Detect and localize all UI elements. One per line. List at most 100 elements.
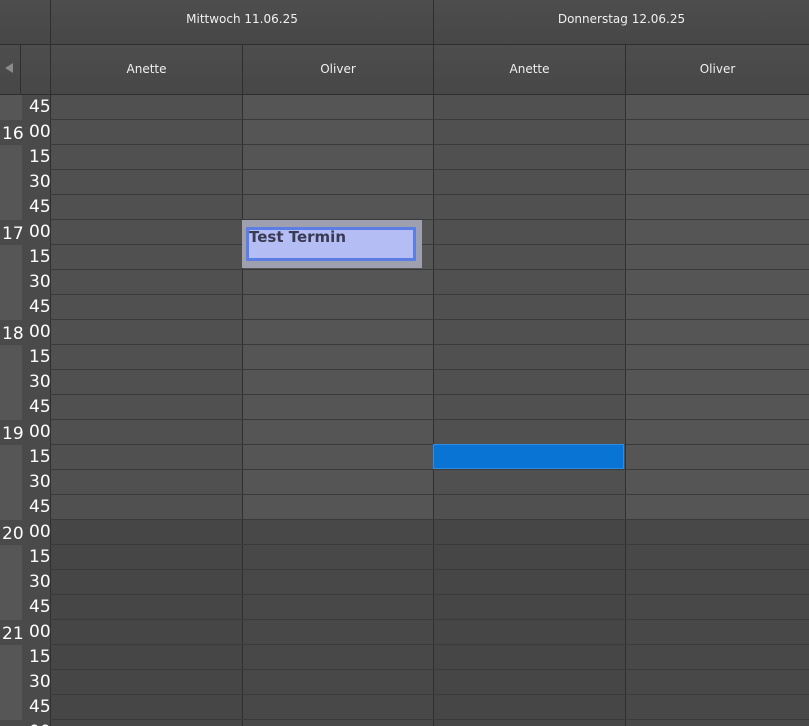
- grid-cell[interactable]: [625, 595, 809, 619]
- grid-cell[interactable]: [433, 245, 625, 269]
- grid-row[interactable]: [50, 695, 809, 720]
- grid-row[interactable]: [50, 595, 809, 620]
- grid-cell[interactable]: [242, 520, 433, 544]
- grid-cell[interactable]: [625, 495, 809, 519]
- grid-row[interactable]: [50, 495, 809, 520]
- grid-cell[interactable]: [50, 395, 242, 419]
- day-header-thursday[interactable]: Donnerstag 12.06.25: [433, 0, 809, 44]
- grid-cell[interactable]: [242, 720, 433, 726]
- grid-cell[interactable]: [50, 520, 242, 544]
- grid-cell[interactable]: [433, 670, 625, 694]
- grid-row[interactable]: [50, 345, 809, 370]
- grid-row[interactable]: [50, 520, 809, 545]
- grid-row[interactable]: [50, 245, 809, 270]
- grid-cell[interactable]: [433, 345, 625, 369]
- grid-cell[interactable]: [50, 295, 242, 319]
- grid-cell[interactable]: [242, 95, 433, 119]
- grid-row[interactable]: [50, 720, 809, 726]
- grid-cell[interactable]: [433, 420, 625, 444]
- schedule-grid[interactable]: [50, 95, 809, 726]
- grid-cell[interactable]: [242, 595, 433, 619]
- grid-cell[interactable]: [50, 370, 242, 394]
- grid-cell[interactable]: [433, 170, 625, 194]
- grid-cell[interactable]: [625, 520, 809, 544]
- scroll-left-button[interactable]: [0, 45, 21, 94]
- grid-cell[interactable]: [625, 545, 809, 569]
- grid-cell[interactable]: [50, 645, 242, 669]
- grid-cell[interactable]: [242, 620, 433, 644]
- grid-cell[interactable]: [625, 220, 809, 244]
- grid-cell[interactable]: [50, 495, 242, 519]
- grid-cell[interactable]: [625, 195, 809, 219]
- grid-row[interactable]: [50, 445, 809, 470]
- grid-cell[interactable]: [50, 120, 242, 144]
- grid-cell[interactable]: [625, 170, 809, 194]
- grid-cell[interactable]: [50, 720, 242, 726]
- grid-cell[interactable]: [50, 470, 242, 494]
- grid-cell[interactable]: [433, 295, 625, 319]
- grid-row[interactable]: [50, 220, 809, 245]
- grid-cell[interactable]: [625, 320, 809, 344]
- grid-cell[interactable]: [625, 470, 809, 494]
- grid-cell[interactable]: [242, 270, 433, 294]
- resource-header-anette-thu[interactable]: Anette: [433, 45, 625, 94]
- grid-cell[interactable]: [433, 620, 625, 644]
- grid-row[interactable]: [50, 270, 809, 295]
- grid-cell[interactable]: [433, 545, 625, 569]
- grid-cell[interactable]: [50, 220, 242, 244]
- grid-row[interactable]: [50, 120, 809, 145]
- grid-cell[interactable]: [50, 620, 242, 644]
- grid-row[interactable]: [50, 670, 809, 695]
- grid-cell[interactable]: [433, 145, 625, 169]
- grid-cell[interactable]: [433, 495, 625, 519]
- grid-row[interactable]: [50, 170, 809, 195]
- grid-cell[interactable]: [242, 695, 433, 719]
- grid-cell[interactable]: [50, 545, 242, 569]
- grid-cell[interactable]: [242, 295, 433, 319]
- grid-cell[interactable]: [433, 120, 625, 144]
- grid-cell[interactable]: [50, 170, 242, 194]
- grid-cell[interactable]: [433, 720, 625, 726]
- grid-cell[interactable]: [242, 645, 433, 669]
- grid-cell[interactable]: [625, 720, 809, 726]
- grid-cell[interactable]: [50, 570, 242, 594]
- grid-cell[interactable]: [625, 620, 809, 644]
- grid-cell[interactable]: [625, 270, 809, 294]
- grid-cell[interactable]: [50, 245, 242, 269]
- grid-cell[interactable]: [50, 595, 242, 619]
- appointment-block[interactable]: Test Termin: [242, 220, 422, 268]
- grid-cell[interactable]: [625, 395, 809, 419]
- grid-cell[interactable]: [242, 445, 433, 469]
- grid-cell[interactable]: [433, 645, 625, 669]
- grid-cell[interactable]: [433, 695, 625, 719]
- grid-cell[interactable]: [433, 220, 625, 244]
- resource-header-oliver-wed[interactable]: Oliver: [242, 45, 433, 94]
- grid-cell[interactable]: [242, 370, 433, 394]
- grid-cell[interactable]: [433, 570, 625, 594]
- grid-cell[interactable]: [433, 370, 625, 394]
- grid-cell[interactable]: [625, 370, 809, 394]
- grid-cell[interactable]: [625, 645, 809, 669]
- grid-row[interactable]: [50, 645, 809, 670]
- grid-cell[interactable]: [433, 195, 625, 219]
- grid-cell[interactable]: [625, 695, 809, 719]
- grid-cell[interactable]: [50, 270, 242, 294]
- grid-cell[interactable]: [433, 395, 625, 419]
- grid-cell[interactable]: [625, 420, 809, 444]
- grid-cell[interactable]: [242, 195, 433, 219]
- grid-row[interactable]: [50, 620, 809, 645]
- grid-cell[interactable]: [50, 320, 242, 344]
- grid-cell[interactable]: [50, 445, 242, 469]
- grid-cell[interactable]: [50, 195, 242, 219]
- grid-cell[interactable]: [625, 670, 809, 694]
- grid-cell[interactable]: [625, 570, 809, 594]
- grid-cell[interactable]: [242, 570, 433, 594]
- grid-row[interactable]: [50, 95, 809, 120]
- grid-cell[interactable]: [50, 345, 242, 369]
- resource-header-oliver-thu[interactable]: Oliver: [625, 45, 809, 94]
- grid-cell[interactable]: [625, 145, 809, 169]
- grid-cell[interactable]: [242, 420, 433, 444]
- grid-cell[interactable]: [433, 320, 625, 344]
- grid-cell[interactable]: [242, 495, 433, 519]
- day-header-wednesday[interactable]: Mittwoch 11.06.25: [50, 0, 433, 44]
